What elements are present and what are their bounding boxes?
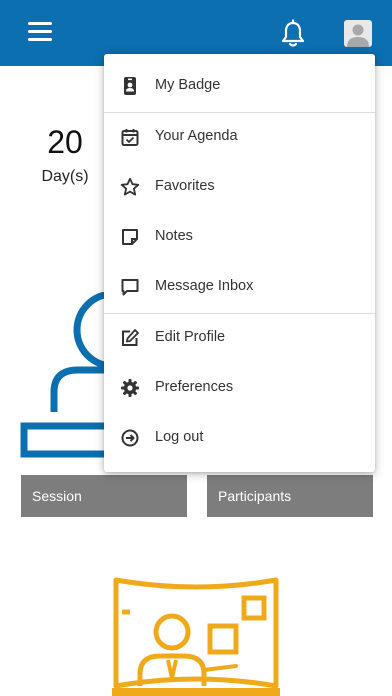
menu-item-label: Log out: [155, 429, 204, 445]
menu-item-label: Favorites: [155, 178, 215, 194]
calendar-check-icon: [120, 127, 140, 147]
speaker-illustration: [110, 574, 282, 696]
gear-icon: [120, 378, 140, 398]
chat-icon: [120, 277, 140, 297]
badge-icon: [120, 76, 140, 96]
menu-divider: [104, 112, 375, 113]
menu-item-message-inbox[interactable]: Message Inbox: [104, 265, 375, 309]
edit-icon: [120, 328, 140, 348]
menu-item-my-badge[interactable]: My Badge: [104, 64, 375, 108]
menu-item-label: Notes: [155, 228, 193, 244]
menu-item-label: Edit Profile: [155, 329, 226, 345]
participants-tile[interactable]: Participants: [207, 475, 373, 517]
star-icon: [120, 177, 140, 197]
bell-icon[interactable]: [279, 19, 307, 49]
hamburger-icon[interactable]: [28, 22, 52, 42]
menu-divider: [104, 313, 375, 314]
session-illustration: [18, 290, 153, 460]
session-tile[interactable]: Session: [21, 475, 187, 517]
menu-item-notes[interactable]: Notes: [104, 215, 375, 259]
menu-item-label: Preferences: [155, 379, 234, 395]
logout-icon: [120, 428, 140, 448]
menu-item-favorites[interactable]: Favorites: [104, 165, 375, 209]
menu-item-label: Message Inbox: [155, 278, 254, 294]
menu-item-preferences[interactable]: Preferences: [104, 366, 375, 410]
menu-item-label: Your Agenda: [155, 128, 238, 144]
avatar-icon[interactable]: [344, 20, 372, 47]
countdown-unit: Day(s): [41, 168, 89, 185]
menu-item-edit-profile[interactable]: Edit Profile: [104, 316, 375, 360]
user-dropdown-menu: My Badge Your Agenda Favorites Notes Mes…: [104, 54, 375, 472]
menu-item-your-agenda[interactable]: Your Agenda: [104, 115, 375, 159]
countdown-number: 20: [47, 124, 83, 160]
menu-item-log-out[interactable]: Log out: [104, 416, 375, 460]
menu-item-label: My Badge: [155, 77, 221, 93]
note-icon: [120, 227, 140, 247]
